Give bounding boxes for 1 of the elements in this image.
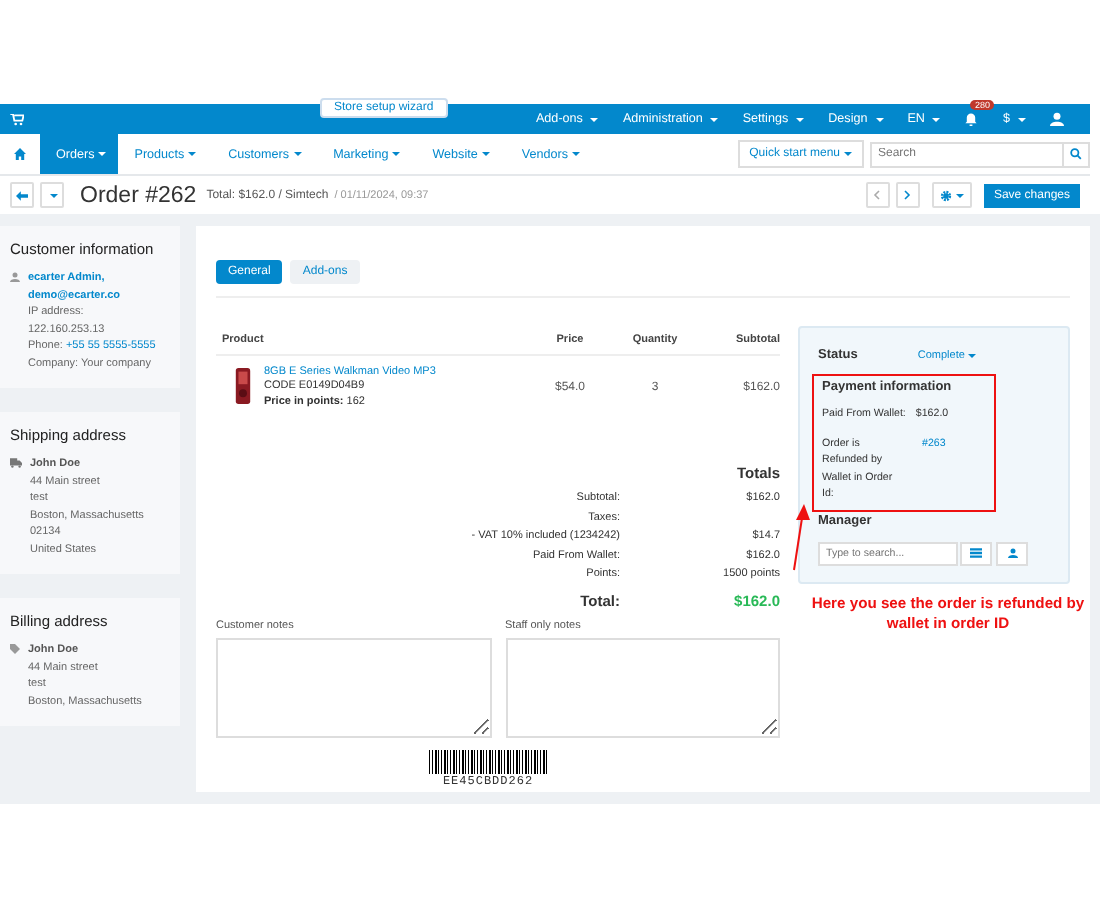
order-title: Order #262 <box>80 183 197 207</box>
